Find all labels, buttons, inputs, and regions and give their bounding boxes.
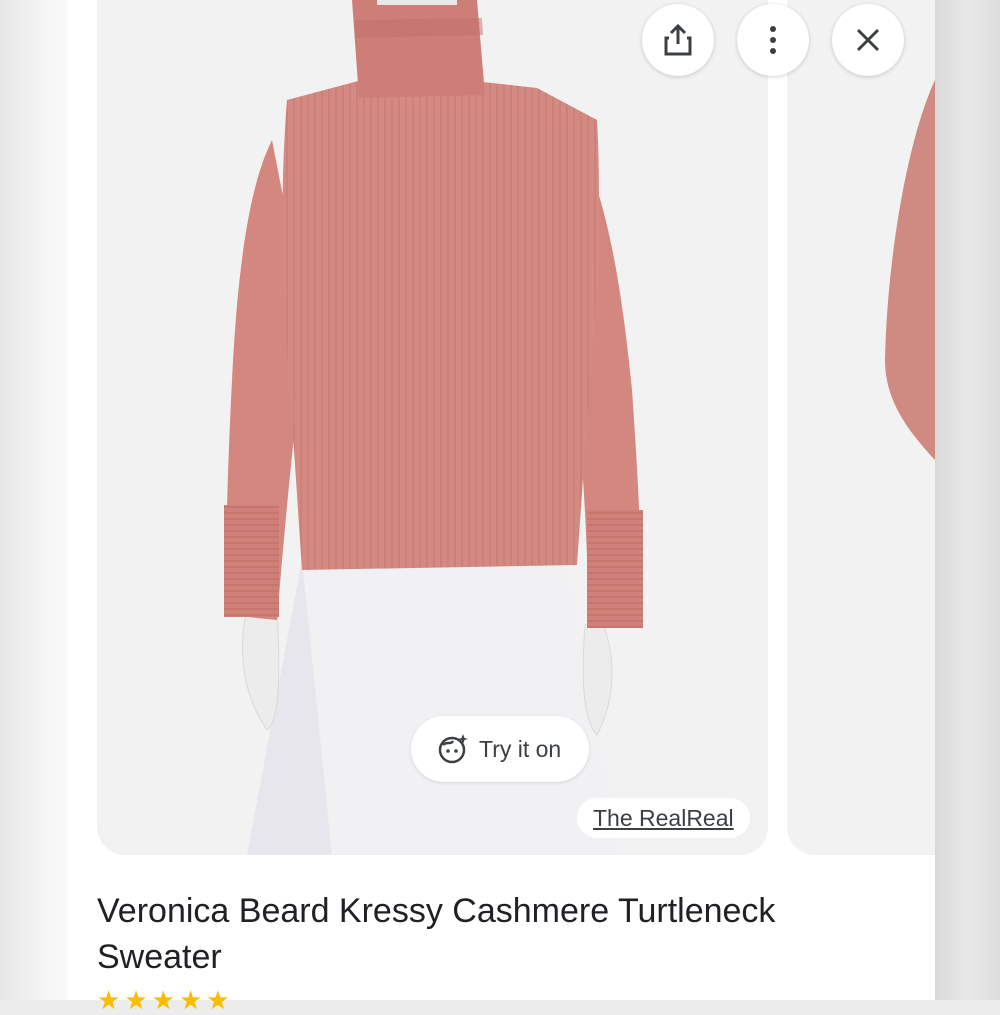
try-it-on-label: Try it on xyxy=(479,735,562,762)
share-button[interactable] xyxy=(642,4,714,76)
star-icon: ★ xyxy=(151,985,175,1015)
star-icon: ★ xyxy=(178,985,203,1015)
close-button[interactable] xyxy=(832,4,904,76)
try-it-on-button[interactable]: Try it on xyxy=(411,716,589,782)
close-icon xyxy=(856,28,880,52)
star-icon: ★ xyxy=(97,985,121,1015)
star-icon: ★ xyxy=(206,985,230,1015)
next-product-photo xyxy=(885,80,935,460)
next-card-edge xyxy=(935,0,1000,1000)
more-vert-icon xyxy=(770,26,776,54)
rating-stars: ★ ★ ★ ★ ★ xyxy=(97,985,230,1015)
previous-card-edge xyxy=(0,0,68,1000)
next-product-image[interactable] xyxy=(787,0,935,855)
more-options-button[interactable] xyxy=(737,4,809,76)
star-icon: ★ xyxy=(124,985,148,1015)
share-icon xyxy=(664,23,692,56)
source-link[interactable]: The RealReal xyxy=(577,798,750,838)
product-title: Veronica Beard Kressy Cashmere Turtlenec… xyxy=(97,892,776,976)
sparkle-face-icon xyxy=(438,734,468,764)
